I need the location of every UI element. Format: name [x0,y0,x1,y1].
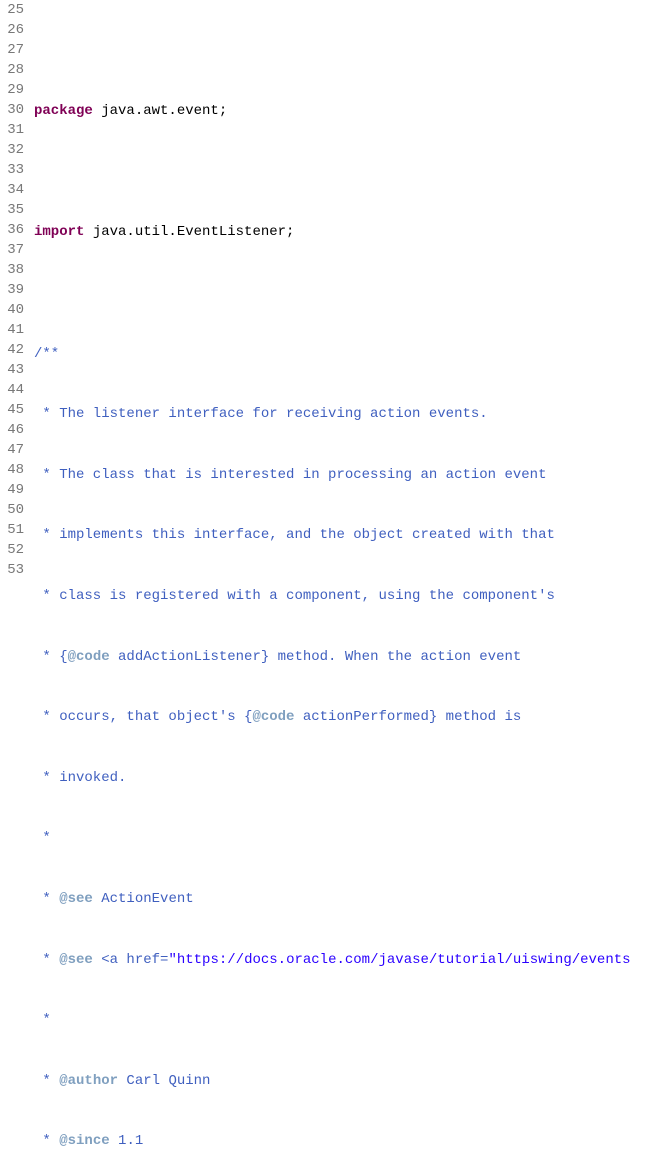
line-number: 28 [0,60,24,80]
javadoc-code-tag: @code [68,649,110,665]
javadoc-author-tag: @author [59,1073,118,1089]
line-number: 42 [0,340,24,360]
code-line: import java.util.EventListener; [30,222,671,242]
javadoc-line: * implements this interface, and the obj… [30,525,671,545]
line-number: 48 [0,460,24,480]
line-number: 46 [0,420,24,440]
keyword-import: import [34,224,84,240]
line-number: 30 [0,100,24,120]
line-number: 40 [0,300,24,320]
line-number: 34 [0,180,24,200]
code-line [30,41,671,61]
line-number: 31 [0,120,24,140]
javadoc-since-tag: @since [59,1133,109,1149]
javadoc-see-tag: @see [59,952,93,968]
line-number: 25 [0,0,24,20]
javadoc-line: * @see <a href="https://docs.oracle.com/… [30,950,671,970]
code-line [30,283,671,303]
line-number: 26 [0,20,24,40]
line-number: 29 [0,80,24,100]
line-number: 47 [0,440,24,460]
javadoc-code-tag: @code [252,709,294,725]
code-line: package java.awt.event; [30,101,671,121]
javadoc-line: * @see ActionEvent [30,889,671,909]
line-number: 45 [0,400,24,420]
line-number: 32 [0,140,24,160]
line-number: 43 [0,360,24,380]
javadoc-line: * The class that is interested in proces… [30,465,671,485]
keyword-package: package [34,103,93,119]
javadoc-line: * class is registered with a component, … [30,586,671,606]
line-number: 44 [0,380,24,400]
javadoc-line: /** [30,344,671,364]
line-number: 53 [0,560,24,580]
line-number: 38 [0,260,24,280]
javadoc-line: * [30,828,671,848]
code-line [30,162,671,182]
code-editor: 25 26 27 28 29 30 31 32 33 34 35 36 37 3… [0,0,671,1174]
line-number: 33 [0,160,24,180]
line-number: 35 [0,200,24,220]
line-number: 27 [0,40,24,60]
javadoc-line: * @since 1.1 [30,1131,671,1151]
line-number: 39 [0,280,24,300]
line-number-gutter: 25 26 27 28 29 30 31 32 33 34 35 36 37 3… [0,0,30,1174]
line-number: 37 [0,240,24,260]
line-number: 41 [0,320,24,340]
code-area[interactable]: package java.awt.event; import java.util… [30,0,671,1174]
javadoc-see-tag: @see [59,891,93,907]
line-number: 51 [0,520,24,540]
javadoc-line: * invoked. [30,768,671,788]
javadoc-line: * @author Carl Quinn [30,1071,671,1091]
line-number: 36 [0,220,24,240]
line-number: 50 [0,500,24,520]
javadoc-line: * [30,1010,671,1030]
line-number: 52 [0,540,24,560]
javadoc-line: * The listener interface for receiving a… [30,404,671,424]
javadoc-line: * occurs, that object's {@code actionPer… [30,707,671,727]
line-number: 49 [0,480,24,500]
javadoc-line: * {@code addActionListener} method. When… [30,647,671,667]
